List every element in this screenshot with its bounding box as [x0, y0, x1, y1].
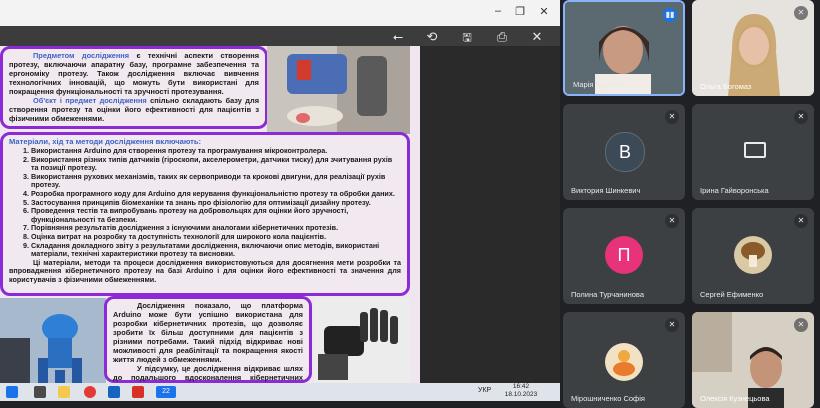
- participant-tile[interactable]: ▮▮ Марія Крьомна: [563, 0, 685, 96]
- app-icon[interactable]: [132, 386, 144, 398]
- windows-start-icon[interactable]: [6, 386, 18, 398]
- methods-summary: Ці матеріали, методи та процеси дослідже…: [9, 257, 401, 284]
- restore-button[interactable]: ❐: [510, 5, 530, 18]
- explorer-icon[interactable]: [58, 386, 70, 398]
- participant-name: Виктория Шинкевич: [571, 186, 641, 195]
- viewer-toolbar: ⭠ ⟲ 🖫 ⎙ ✕: [0, 26, 560, 46]
- methods-item: Проведення тестів та випробувань протезу…: [31, 206, 401, 224]
- methods-box: Матеріали, хід та методи дослідження вкл…: [0, 132, 410, 296]
- avatar: П: [605, 236, 643, 274]
- robot-hand-image: [0, 298, 106, 383]
- camera-off-icon: [744, 142, 766, 158]
- participant-name: Полина Турчанинова: [571, 290, 644, 299]
- participant-tile[interactable]: ✕ В Виктория Шинкевич: [563, 104, 685, 200]
- participant-name: Ірина Гайворонська: [700, 186, 769, 195]
- os-taskbar: 22 УКР 16:42 18.10.2023: [0, 383, 560, 401]
- mic-muted-icon: ✕: [794, 318, 808, 332]
- conclusion-paragraph: У підсумку, це дослідження відкриває шля…: [113, 364, 303, 383]
- results-paragraph: Дослідження показало, що платформа Ardui…: [113, 301, 303, 364]
- participant-name: Марія Крьомна: [573, 80, 626, 89]
- print-icon[interactable]: ⎙: [494, 29, 510, 45]
- mic-muted-icon: ✕: [665, 110, 679, 124]
- mic-muted-icon: ✕: [665, 214, 679, 228]
- prosthesis-photo: [267, 46, 410, 134]
- window-title-bar: – ❐ ✕: [0, 0, 560, 26]
- participant-tile[interactable]: ✕ П Полина Турчанинова: [563, 208, 685, 304]
- word-icon[interactable]: [108, 386, 120, 398]
- prosthesis-image: [267, 46, 410, 134]
- avatar: [734, 236, 772, 274]
- participant-tile[interactable]: ✕ Ірина Гайворонська: [692, 104, 814, 200]
- shared-presentation: – ❐ ✕ ⭠ ⟲ 🖫 ⎙ ✕ Предметом дослідження є …: [0, 0, 560, 401]
- robot-hand-photo: [0, 298, 106, 383]
- mic-muted-icon: ✕: [794, 214, 808, 228]
- participant-name: Ольга Богомаз: [700, 82, 752, 91]
- participant-tile[interactable]: ✕ Сергей Ефименко: [692, 208, 814, 304]
- participant-tile[interactable]: ✕ Мірошниченко Софія: [563, 312, 685, 408]
- minimize-button[interactable]: –: [488, 5, 508, 17]
- subject-box: Предметом дослідження є технічні аспекти…: [0, 46, 268, 129]
- participant-name: Мірошниченко Софія: [571, 394, 645, 403]
- participant-name: Олексія Кузнецьова: [700, 394, 770, 403]
- object-paragraph: Об'єкт і предмет дослідження спільно скл…: [9, 96, 259, 123]
- mic-muted-icon: ✕: [794, 6, 808, 20]
- methods-heading: Матеріали, хід та методи дослідження вкл…: [9, 137, 202, 146]
- clock-date: 18.10.2023: [504, 391, 538, 398]
- meet-taskbar-icon[interactable]: 22: [156, 386, 176, 398]
- participant-tile[interactable]: ✕ Ольга Богомаз: [692, 0, 814, 96]
- results-box: Дослідження показало, що платформа Ardui…: [104, 296, 312, 383]
- search-icon[interactable]: [34, 386, 46, 398]
- language-indicator[interactable]: УКР: [478, 387, 491, 394]
- methods-list: Використання Arduino для створення проте…: [9, 146, 401, 259]
- methods-item: Складання докладного звіту з результатам…: [31, 241, 401, 259]
- participant-name: Сергей Ефименко: [700, 290, 764, 299]
- speaking-indicator-icon: ▮▮: [663, 8, 677, 22]
- window-close-button[interactable]: ✕: [534, 5, 554, 18]
- clock-time: 16:42: [512, 383, 530, 390]
- bionic-hand-photo: [314, 298, 410, 383]
- viewer-background: [420, 46, 560, 383]
- methods-item: Використання рухових механізмів, таких я…: [31, 172, 401, 190]
- poster-page: Предметом дослідження є технічні аспекти…: [0, 46, 420, 383]
- viewer-close-icon[interactable]: ✕: [529, 29, 545, 45]
- avatar: В: [605, 132, 645, 172]
- methods-item: Використання різних типів датчиків (гіро…: [31, 155, 401, 173]
- clock[interactable]: 16:42 18.10.2023: [503, 383, 539, 399]
- opera-icon[interactable]: [84, 386, 96, 398]
- subject-term: Предметом дослідження: [33, 51, 130, 60]
- back-icon[interactable]: ⭠: [390, 29, 406, 45]
- mic-muted-icon: ✕: [794, 110, 808, 124]
- object-term: Об'єкт і предмет дослідження: [33, 96, 147, 105]
- avatar: [605, 343, 643, 381]
- participant-tile[interactable]: ✕ Олексія Кузнецьова: [692, 312, 814, 408]
- bionic-hand-image: [314, 298, 410, 383]
- subject-paragraph: Предметом дослідження є технічні аспекти…: [9, 51, 259, 96]
- mic-muted-icon: ✕: [665, 318, 679, 332]
- rotate-icon[interactable]: ⟲: [424, 29, 440, 45]
